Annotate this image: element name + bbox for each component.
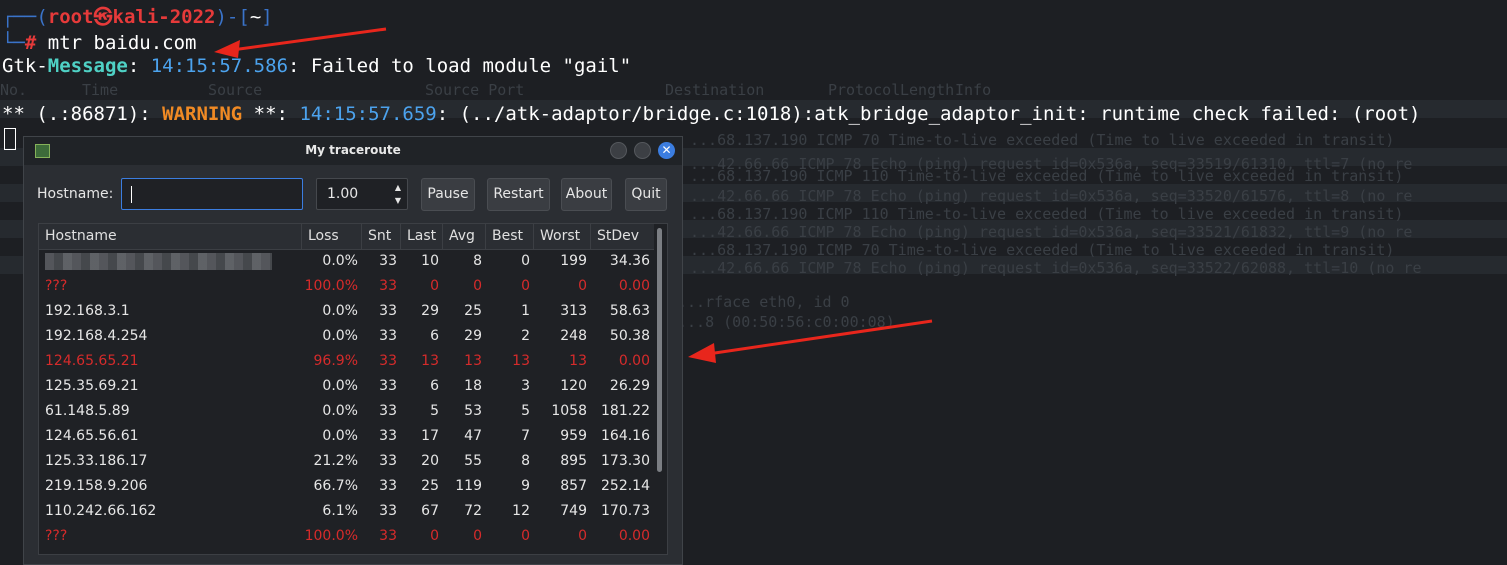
arrow-to-command [214, 27, 387, 58]
annotation-arrows [214, 27, 933, 363]
arrow-to-table [688, 319, 933, 363]
